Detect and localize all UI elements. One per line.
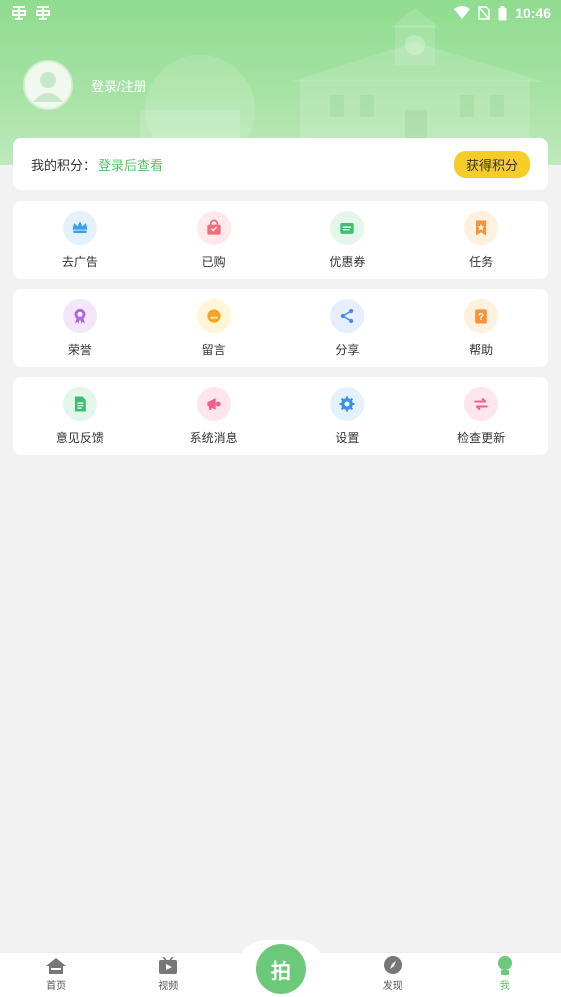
compass-icon xyxy=(383,956,402,974)
update-arrows-icon xyxy=(464,386,499,421)
gear-icon xyxy=(330,386,365,421)
menu-card-row-1: 去广告 已购 优惠券 任务 xyxy=(13,201,548,279)
menu-item-update-arrows[interactable]: 检查更新 xyxy=(414,377,548,455)
medal-icon xyxy=(62,298,97,333)
menu-card-row-3: 意见反馈 系统消息 设置 检查更新 xyxy=(13,377,548,455)
share-icon xyxy=(330,298,365,333)
menu-item-medal[interactable]: 荣誉 xyxy=(13,289,147,367)
status-bar: 10:46 xyxy=(0,0,561,26)
menu-card-row-2: 荣誉 留言 分享? 帮助 xyxy=(13,289,548,367)
help-icon: ? xyxy=(464,298,499,333)
default-avatar-icon xyxy=(25,62,71,108)
video-icon xyxy=(159,957,178,974)
home-icon xyxy=(46,958,67,974)
menu-item-label: 留言 xyxy=(201,342,226,357)
status-left xyxy=(10,5,52,21)
profile-section[interactable]: 登录/注册 xyxy=(25,62,147,108)
megaphone-icon xyxy=(196,386,231,421)
message-icon xyxy=(196,298,231,333)
menu-item-label: 荣誉 xyxy=(67,342,92,357)
wifi-icon xyxy=(454,6,471,19)
coupon-icon xyxy=(330,210,365,245)
nav-discover-label: 发现 xyxy=(382,981,403,992)
nav-home[interactable]: 首页 xyxy=(0,957,112,997)
menu-item-megaphone[interactable]: 系统消息 xyxy=(147,377,281,455)
menu-item-label: 检查更新 xyxy=(457,430,506,445)
nav-me[interactable]: 我 xyxy=(449,955,561,997)
profile-icon xyxy=(497,956,512,975)
svg-text:?: ? xyxy=(478,312,484,323)
battery-icon xyxy=(498,5,507,20)
menu-item-label: 意见反馈 xyxy=(55,430,104,445)
status-right: 10:46 xyxy=(454,5,551,21)
menu-item-shopping-bag[interactable]: 已购 xyxy=(147,201,281,279)
points-login-hint[interactable]: 登录后查看 xyxy=(98,155,163,174)
no-sim-icon xyxy=(478,6,490,20)
crown-icon xyxy=(62,210,97,245)
menu-item-label: 已购 xyxy=(201,254,226,269)
menu-item-label: 帮助 xyxy=(469,342,494,357)
nav-me-label: 我 xyxy=(499,981,510,992)
menu-item-feedback-doc[interactable]: 意见反馈 xyxy=(13,377,147,455)
menu-item-label: 优惠券 xyxy=(329,254,366,269)
feedback-doc-icon xyxy=(62,386,97,421)
camera-center-button[interactable]: 拍 xyxy=(256,944,306,994)
avatar[interactable] xyxy=(25,62,71,108)
points-card: 我的积分： 登录后查看 获得积分 xyxy=(13,138,548,190)
nav-discover[interactable]: 发现 xyxy=(337,955,449,997)
nav-home-label: 首页 xyxy=(46,981,67,992)
status-time: 10:46 xyxy=(515,5,551,21)
nav-video-label: 视频 xyxy=(158,981,179,992)
app-notification-icon xyxy=(36,6,50,20)
menu-item-message[interactable]: 留言 xyxy=(147,289,281,367)
points-label: 我的积分： xyxy=(31,157,97,173)
menu-item-share[interactable]: 分享 xyxy=(281,289,415,367)
menu-item-label: 去广告 xyxy=(61,254,98,269)
menu-item-label: 系统消息 xyxy=(189,430,238,445)
menu-item-help[interactable]: ? 帮助 xyxy=(414,289,548,367)
menu-item-gear[interactable]: 设置 xyxy=(281,377,415,455)
center-button-label: 拍 xyxy=(271,960,291,983)
menu-item-coupon[interactable]: 优惠券 xyxy=(281,201,415,279)
app-notification-icon xyxy=(12,6,26,20)
login-register-link[interactable]: 登录/注册 xyxy=(91,76,147,95)
shopping-bag-icon xyxy=(196,210,231,245)
get-points-button[interactable]: 获得积分 xyxy=(453,150,530,178)
menu-item-label: 分享 xyxy=(335,342,360,357)
menu-item-crown[interactable]: 去广告 xyxy=(13,201,147,279)
menu-item-task-bookmark[interactable]: 任务 xyxy=(414,201,548,279)
menu-item-label: 任务 xyxy=(469,254,494,269)
nav-video[interactable]: 视频 xyxy=(112,957,224,997)
task-bookmark-icon xyxy=(464,210,499,245)
menu-item-label: 设置 xyxy=(335,430,360,445)
